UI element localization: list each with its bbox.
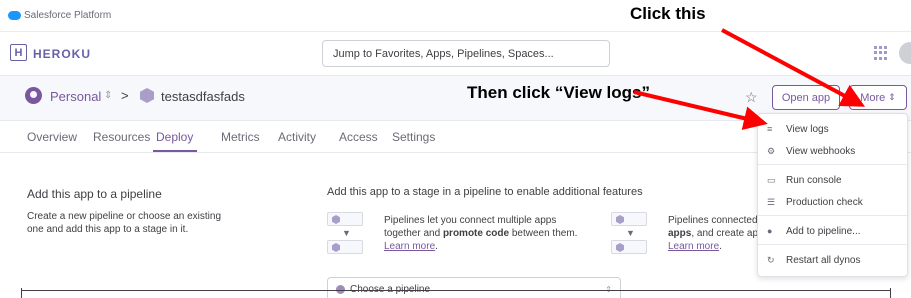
learn-more-link[interactable]: Learn more [384, 241, 435, 252]
github-pipeline-illustration-icon: ▼ [611, 212, 647, 256]
apps-grid-icon[interactable] [874, 46, 888, 60]
menu-item-view-webhooks[interactable]: ⚙ View webhooks [758, 140, 909, 162]
more-button-label: More [860, 91, 886, 104]
feature-connect-text: Pipelines connected apps, and create app… [668, 215, 758, 252]
tab-overview[interactable]: Overview [27, 130, 77, 144]
pipeline-section-title: Add this app to a pipeline [27, 187, 162, 201]
choose-pipeline-select[interactable]: Choose a pipeline ⇕ [327, 277, 621, 298]
restart-icon: ↻ [767, 255, 775, 265]
webhooks-icon: ⚙ [767, 146, 776, 156]
heroku-brand[interactable]: HEROKU [33, 47, 91, 61]
menu-item-add-to-pipeline[interactable]: ● Add to pipeline... [758, 220, 909, 242]
checklist-icon: ☰ [767, 197, 776, 207]
annotation-then-click: Then click “View logs” [467, 83, 650, 102]
divider [21, 290, 891, 291]
pipeline-illustration-icon: ▼ [327, 212, 363, 256]
open-app-button[interactable]: Open app [772, 85, 840, 110]
tab-activity[interactable]: Activity [278, 130, 316, 144]
heroku-header: H HEROKU Jump to Favorites, Apps, Pipeli… [0, 32, 911, 76]
stage-section-title: Add this app to a stage in a pipeline to… [327, 186, 643, 198]
account-switcher[interactable]: Personal [50, 89, 101, 104]
salesforce-cloud-icon [8, 11, 21, 20]
menu-divider [758, 244, 909, 245]
salesforce-bar: Salesforce Platform [0, 0, 911, 32]
breadcrumb-separator: > [121, 88, 129, 103]
avatar[interactable] [899, 42, 911, 64]
tab-resources[interactable]: Resources [93, 130, 150, 144]
divider [21, 288, 22, 298]
search-input[interactable]: Jump to Favorites, Apps, Pipelines, Spac… [322, 40, 610, 67]
annotation-click-this: Click this [630, 4, 706, 23]
console-icon: ▭ [767, 175, 776, 185]
chevron-updown-icon[interactable]: ⇕ [104, 90, 112, 101]
pipeline-section-description: Create a new pipeline or choose an exist… [27, 211, 222, 235]
feature-promote-text: Pipelines let you connect multiple apps … [384, 215, 578, 252]
more-button[interactable]: More ⇕ [849, 85, 907, 110]
logs-icon: ≡ [767, 124, 773, 134]
tab-access[interactable]: Access [339, 130, 378, 144]
menu-item-restart-all-dynos[interactable]: ↻ Restart all dynos [758, 249, 909, 271]
app-hexagon-icon [140, 88, 154, 103]
learn-more-link[interactable]: Learn more [668, 241, 719, 252]
favorite-star-icon[interactable]: ☆ [745, 89, 758, 106]
menu-item-view-logs[interactable]: ≡ View logs [758, 118, 909, 140]
personal-account-icon [25, 87, 42, 104]
menu-item-production-check[interactable]: ☰ Production check [758, 191, 909, 213]
divider [890, 288, 891, 298]
menu-item-run-console[interactable]: ▭ Run console [758, 169, 909, 191]
tab-settings[interactable]: Settings [392, 130, 435, 144]
salesforce-label: Salesforce Platform [24, 10, 112, 21]
menu-divider [758, 215, 909, 216]
pipeline-icon: ● [767, 226, 773, 236]
active-tab-indicator [153, 150, 197, 152]
app-name[interactable]: testasdfasfads [161, 89, 245, 104]
more-dropdown-menu: ≡ View logs ⚙ View webhooks ▭ Run consol… [757, 113, 909, 277]
chevron-updown-icon: ⇕ [888, 92, 896, 102]
heroku-logo-icon[interactable]: H [10, 44, 27, 61]
menu-divider [758, 164, 909, 165]
tab-deploy[interactable]: Deploy [156, 130, 193, 144]
tab-metrics[interactable]: Metrics [221, 130, 260, 144]
